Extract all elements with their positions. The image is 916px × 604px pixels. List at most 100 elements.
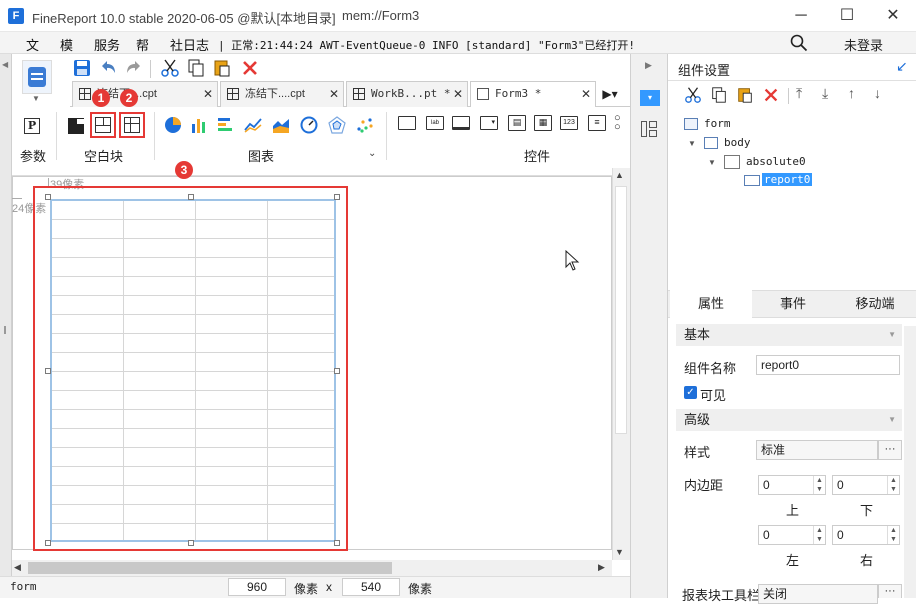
toolbar-setting-select[interactable]: 关闭 [758, 584, 878, 604]
spinner-arrows-icon[interactable]: ▲ ▼ [887, 476, 899, 494]
tab-close-icon[interactable]: ✕ [329, 82, 339, 106]
dropdown-arrow-icon[interactable]: ▼ [32, 94, 40, 103]
scroll-down-icon[interactable]: ▼ [615, 547, 624, 557]
style-select[interactable]: 标准 [756, 440, 878, 460]
area-chart-icon[interactable] [272, 116, 290, 134]
menu-server[interactable]: 服务 [94, 35, 120, 54]
menu-help[interactable]: 帮 [136, 35, 149, 54]
padding-top-input[interactable]: 0 ▲ ▼ [758, 475, 826, 495]
tab-close-icon[interactable]: ✕ [203, 82, 213, 106]
toolbar-more-button[interactable]: ··· [878, 584, 902, 598]
menu-community-log[interactable]: 社日志 [170, 35, 209, 54]
basic-group-header[interactable]: 基本 ▼ [676, 324, 902, 346]
absolute-block-icon[interactable] [68, 118, 84, 134]
spinner-arrows-icon[interactable]: ▲ ▼ [813, 476, 825, 494]
redo-icon[interactable] [124, 58, 144, 78]
menu-template[interactable]: 模 [60, 35, 73, 54]
resize-handle[interactable] [45, 540, 51, 546]
padding-right-input[interactable]: 0 ▲ ▼ [832, 525, 900, 545]
move-bottom-icon[interactable]: ⤓ [822, 85, 828, 102]
number-widget-icon[interactable]: 123 [560, 116, 578, 130]
text-label-widget-icon[interactable]: lab [426, 116, 444, 130]
move-up-icon[interactable]: ↑ [848, 85, 855, 101]
bar-chart-icon[interactable] [190, 116, 208, 134]
template-dataset-icon[interactable] [22, 60, 52, 94]
panel-scrollbar[interactable] [904, 326, 916, 598]
left-collapse-gutter[interactable]: ◀ [0, 54, 12, 598]
parameter-icon[interactable]: P [24, 118, 40, 134]
resize-handle[interactable] [45, 368, 51, 374]
tree-node-report[interactable]: report0 [762, 173, 813, 186]
resize-handle[interactable] [334, 368, 340, 374]
padding-left-input[interactable]: 0 ▲ ▼ [758, 525, 826, 545]
cut-icon[interactable] [160, 58, 180, 78]
canvas-height-input[interactable]: 540 [342, 578, 400, 596]
move-down-icon[interactable]: ↓ [874, 85, 881, 101]
resize-handle[interactable] [334, 194, 340, 200]
pin-icon[interactable]: ↙ [896, 58, 908, 75]
move-top-icon[interactable]: ⤒ [796, 85, 802, 102]
scroll-right-icon[interactable]: ▶ [598, 562, 605, 573]
maximize-button[interactable]: ☐ [824, 0, 870, 32]
textarea-widget-icon[interactable]: ≡ [588, 115, 606, 131]
visible-checkbox[interactable]: ✓ [684, 386, 697, 399]
login-link[interactable]: 未登录 [844, 35, 883, 54]
line-chart-icon[interactable] [244, 116, 262, 134]
report-block-icon[interactable] [124, 117, 140, 133]
horizontal-bar-icon[interactable] [216, 116, 234, 134]
scroll-up-icon[interactable]: ▲ [615, 170, 624, 180]
tree-node-body[interactable]: body [724, 136, 751, 149]
dropdown-widget-icon[interactable]: ▾ [480, 116, 498, 130]
tab-properties[interactable]: 属性 [670, 290, 752, 318]
save-icon[interactable] [72, 58, 92, 78]
padding-bottom-input[interactable]: 0 ▲ ▼ [832, 475, 900, 495]
radar-chart-icon[interactable] [328, 116, 346, 134]
widget-settings-icon[interactable]: ▾ [640, 90, 660, 106]
report-block[interactable] [50, 199, 336, 542]
scroll-left-icon[interactable]: ◀ [14, 562, 21, 573]
tab-mobile[interactable]: 移动端 [834, 290, 916, 318]
search-icon[interactable] [790, 34, 808, 52]
scatter-chart-icon[interactable] [356, 116, 374, 134]
gauge-icon[interactable] [300, 116, 318, 134]
close-window-button[interactable]: ✕ [870, 0, 916, 32]
radio-group-widget-icon[interactable]: ○ ○ [614, 113, 621, 133]
tab-block-icon[interactable] [95, 117, 111, 133]
scroll-thumb[interactable] [28, 562, 392, 574]
chevron-down-icon[interactable]: ⌄ [368, 148, 376, 159]
style-more-button[interactable]: ··· [878, 440, 902, 460]
paste-icon[interactable] [736, 86, 754, 104]
widget-name-input[interactable]: report0 [756, 355, 900, 375]
tab-close-icon[interactable]: ✕ [453, 82, 463, 106]
cut-icon[interactable] [684, 86, 702, 104]
tree-node-form[interactable]: form [704, 117, 731, 130]
expand-icon[interactable]: ▼ [708, 158, 716, 167]
advanced-group-header[interactable]: 高级 ▼ [676, 409, 902, 431]
menu-file[interactable]: 文 [26, 35, 39, 54]
resize-handle[interactable] [45, 194, 51, 200]
spinner-arrows-icon[interactable]: ▲ ▼ [813, 526, 825, 544]
resize-handle[interactable] [188, 540, 194, 546]
copy-icon[interactable] [710, 86, 728, 104]
tab-list-icon[interactable]: ▶▾ [598, 84, 622, 104]
tree-node-absolute[interactable]: absolute0 [746, 155, 806, 168]
calendar-widget-icon[interactable]: ▦ [534, 115, 552, 131]
tab-workbook[interactable]: WorkB...pt * ✕ [346, 81, 468, 107]
tab-close-icon[interactable]: ✕ [581, 82, 591, 106]
button-widget-icon[interactable] [452, 116, 470, 130]
copy-icon[interactable] [186, 58, 206, 78]
tab-cpt-2[interactable]: 冻结下....cpt ✕ [220, 81, 344, 107]
spinner-arrows-icon[interactable]: ▲ ▼ [887, 526, 899, 544]
expand-icon[interactable]: ▼ [688, 139, 696, 148]
scroll-thumb[interactable] [615, 186, 627, 434]
minimize-button[interactable]: ─ [778, 0, 824, 32]
date-widget-icon[interactable]: ▤ [508, 115, 526, 131]
pie-chart-icon[interactable] [164, 116, 182, 134]
canvas-width-input[interactable]: 960 [228, 578, 286, 596]
paste-icon[interactable] [212, 58, 232, 78]
resize-handle[interactable] [334, 540, 340, 546]
label-widget-icon[interactable] [398, 116, 416, 130]
expand-arrow-icon[interactable]: ▶ [645, 60, 652, 71]
delete-icon[interactable] [762, 86, 780, 104]
tab-form3[interactable]: Form3 * ✕ [470, 81, 596, 107]
